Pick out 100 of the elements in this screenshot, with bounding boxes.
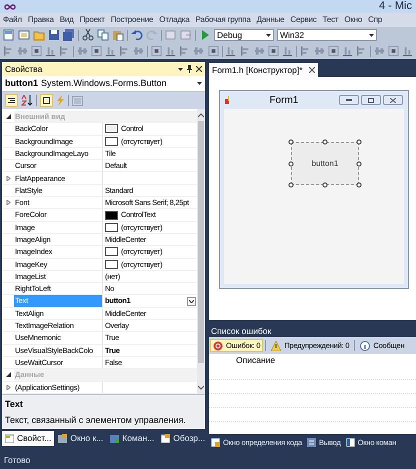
resize-handle[interactable] [356, 140, 362, 144]
align-icon[interactable] [193, 45, 204, 57]
align-icon[interactable] [328, 45, 339, 57]
menu-item[interactable]: Правка [28, 14, 54, 26]
form-window[interactable]: Form1 button1 [219, 90, 409, 289]
object-name: button1 [5, 76, 38, 90]
scroll-up-icon[interactable] [198, 111, 204, 119]
panel-tab[interactable]: Окно к... [55, 430, 106, 446]
menu-item[interactable]: Спр [368, 14, 382, 26]
column-header[interactable]: Описание [236, 354, 276, 366]
menu-item[interactable]: Отладка [159, 14, 190, 26]
expand-icon[interactable] [6, 176, 10, 181]
dropdown-button[interactable] [187, 296, 196, 306]
scrollbar[interactable] [197, 109, 205, 394]
menu-item[interactable]: Данные [256, 14, 284, 26]
resize-handle[interactable] [288, 161, 294, 166]
pin-icon[interactable] [187, 65, 192, 73]
menu-item[interactable]: Вид [60, 14, 74, 26]
resize-handle[interactable] [356, 161, 362, 166]
close-icon[interactable] [196, 66, 202, 72]
align-icon[interactable] [3, 45, 14, 57]
align-icon[interactable] [282, 45, 293, 57]
align-icon[interactable] [240, 45, 251, 57]
window-icon [58, 434, 68, 442]
expand-icon[interactable] [6, 384, 10, 390]
scroll-down-icon[interactable] [198, 384, 204, 392]
platform-dropdown[interactable]: Win32 [277, 29, 377, 41]
collapse-icon[interactable] [6, 114, 10, 120]
undo-icon[interactable] [131, 29, 143, 41]
resize-handle[interactable] [322, 140, 328, 144]
menu-item[interactable]: Окно [344, 14, 362, 26]
align-icon[interactable] [402, 45, 413, 57]
align-icon[interactable] [119, 45, 130, 57]
menu-item[interactable]: Рабочая группа [196, 14, 251, 26]
menu-item[interactable]: Тест [322, 14, 338, 26]
maximize-button[interactable] [361, 95, 381, 105]
align-icon[interactable] [31, 45, 42, 57]
add-item-icon[interactable] [18, 29, 30, 41]
paste-icon[interactable] [112, 29, 124, 41]
save-icon[interactable] [48, 29, 60, 41]
align-icon[interactable] [254, 45, 265, 57]
menu-item[interactable]: Сервис [290, 14, 317, 26]
output-icon [306, 438, 316, 447]
window-title: 4 - Mic [379, 0, 412, 14]
object-type: System.Windows.Forms.Button [41, 76, 168, 90]
configuration-dropdown[interactable]: Debug [214, 29, 274, 41]
description-title: Text [5, 398, 24, 411]
align-icon[interactable] [208, 45, 219, 57]
align-icon[interactable] [388, 45, 399, 57]
collapse-icon[interactable] [6, 372, 10, 378]
resize-handle[interactable] [356, 182, 362, 188]
dropdown-arrow-icon[interactable] [266, 34, 271, 36]
align-icon[interactable] [17, 45, 28, 57]
align-icon[interactable] [133, 45, 144, 57]
form-title: Form1 [269, 94, 299, 108]
sort-alphabetical-icon[interactable] [21, 95, 33, 106]
close-icon [390, 98, 396, 102]
align-icon[interactable] [225, 45, 237, 57]
scissors-icon[interactable] [82, 29, 94, 41]
form-button[interactable]: button1 [291, 142, 359, 185]
resize-handle[interactable] [288, 182, 294, 188]
status-text: Готово [4, 454, 30, 467]
align-icon[interactable] [45, 45, 56, 57]
close-button[interactable] [383, 95, 403, 105]
dropdown-arrow-icon[interactable] [197, 82, 202, 85]
properties-button[interactable] [40, 94, 53, 107]
align-icon[interactable] [268, 45, 279, 57]
align-icon[interactable] [179, 45, 190, 57]
panel-tab[interactable]: Коман... [107, 430, 158, 446]
panel-tab[interactable]: Свойст... [2, 430, 54, 446]
dropdown-arrow-icon[interactable] [369, 34, 374, 36]
dropdown-arrow-icon[interactable] [178, 68, 183, 70]
menu-item[interactable]: Файл [3, 14, 22, 26]
align-icon[interactable] [151, 45, 162, 57]
align-icon[interactable] [314, 45, 325, 57]
minimize-button[interactable] [339, 95, 359, 105]
panel-tab[interactable]: Обозр... [158, 430, 208, 446]
align-icon[interactable] [165, 45, 176, 57]
close-icon[interactable] [308, 67, 315, 73]
align-icon[interactable] [356, 45, 367, 57]
save-all-icon[interactable] [63, 29, 75, 41]
resize-handle[interactable] [322, 182, 328, 188]
categorized-button[interactable] [5, 94, 18, 107]
document-tab[interactable]: Form1.h [Конструктор]* [209, 63, 318, 77]
expand-icon[interactable] [6, 200, 10, 206]
resize-handle[interactable] [288, 140, 294, 144]
align-icon[interactable] [91, 45, 102, 57]
align-icon[interactable] [342, 45, 353, 57]
new-project-icon[interactable] [3, 29, 15, 41]
align-icon[interactable] [300, 45, 311, 57]
caret-icon[interactable] [189, 300, 194, 303]
align-icon[interactable] [77, 45, 88, 57]
align-icon[interactable] [59, 45, 70, 57]
object-selector[interactable]: button1 System.Windows.Forms.Button [2, 76, 205, 92]
menu-item[interactable]: Проект [80, 14, 105, 26]
copy-icon[interactable] [97, 29, 109, 41]
error-icon [213, 340, 223, 350]
align-icon[interactable] [105, 45, 116, 57]
menu-item[interactable]: Построение [110, 14, 154, 26]
align-icon[interactable] [374, 45, 385, 57]
